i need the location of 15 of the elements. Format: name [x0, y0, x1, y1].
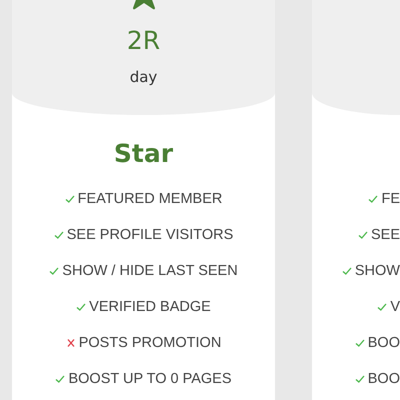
plan-name: Star — [112, 138, 174, 170]
feature-label: SHOW — [354, 263, 400, 279]
feature-label: SEE — [370, 227, 400, 243]
plan-period: day — [130, 68, 158, 86]
feature-label: FE — [381, 191, 400, 207]
feature-label: BOO — [368, 335, 400, 351]
feature-label: VERIFIED BADGE — [89, 299, 211, 315]
feature-label: POSTS PROMOTION — [78, 335, 222, 351]
feature-label: V — [390, 299, 400, 315]
feature-label: BOOST UP TO 0 PAGES — [68, 371, 232, 387]
plan-price: 2R — [126, 26, 160, 56]
feature-label: BOO — [368, 371, 400, 387]
feature-label: FEATURED MEMBER — [78, 191, 222, 207]
feature-label: SHOW / HIDE LAST SEEN — [62, 263, 238, 279]
feature-label: SEE PROFILE VISITORS — [66, 227, 234, 243]
